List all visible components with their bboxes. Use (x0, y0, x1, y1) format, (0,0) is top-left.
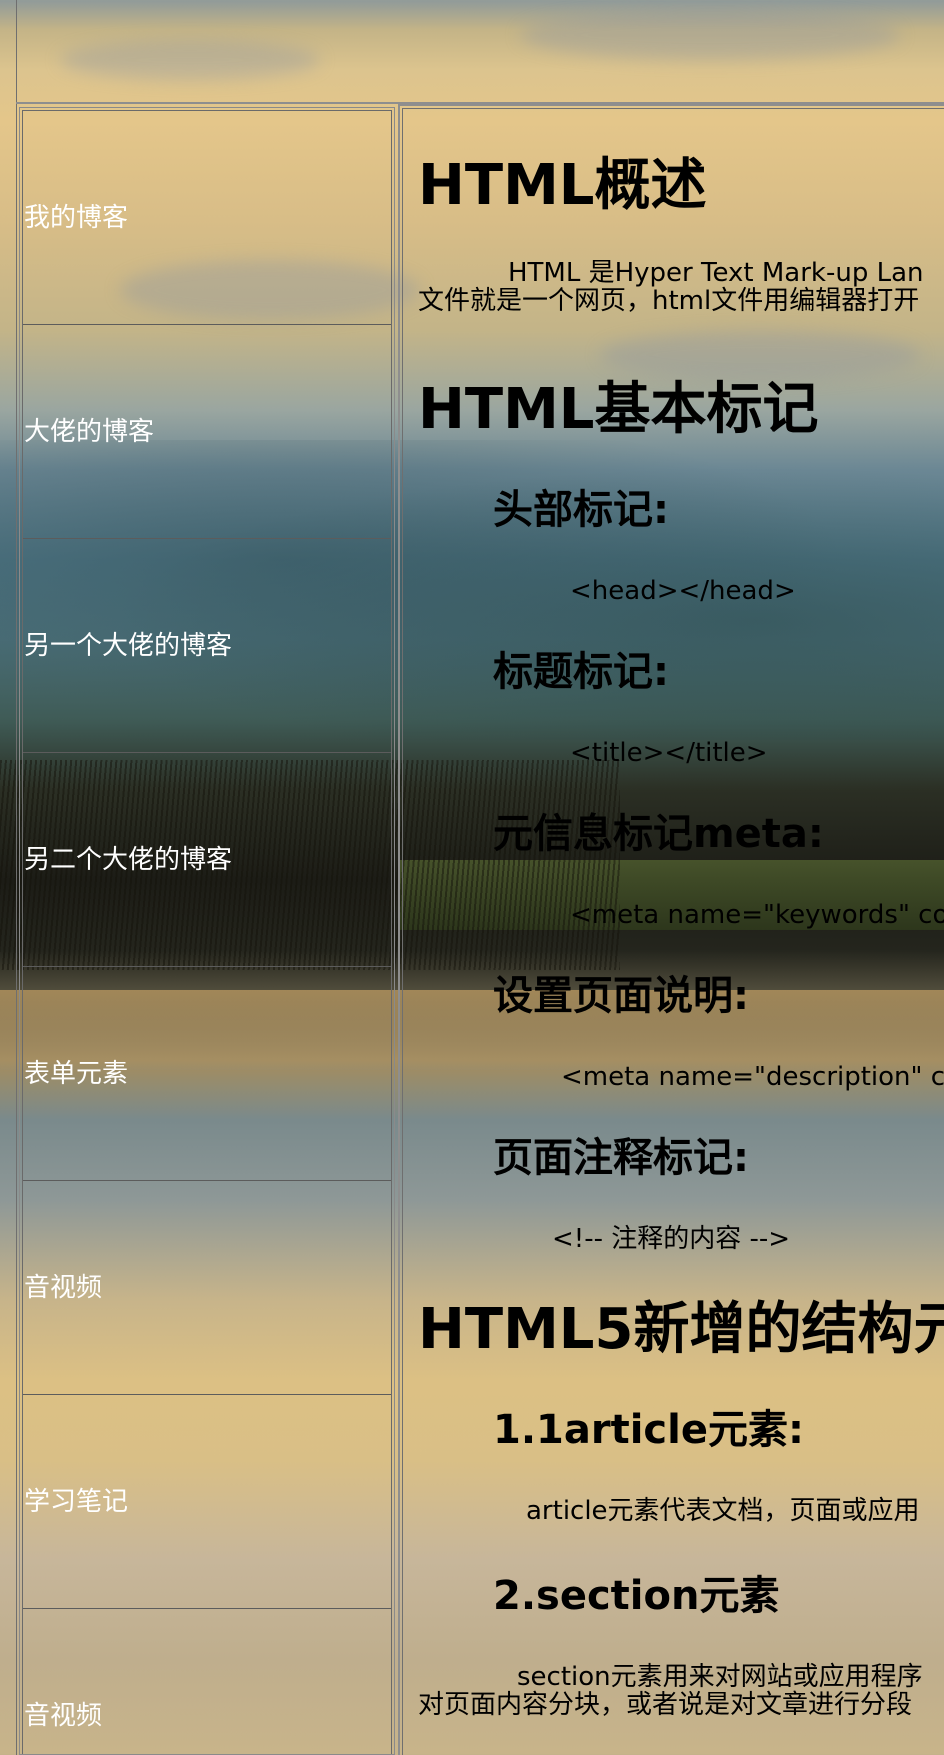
sidebar-item-label[interactable]: 大佬的博客 (23, 419, 154, 445)
heading-title-tag: 标题标记: (493, 649, 669, 695)
code-meta-description: <meta name="description" c (561, 1062, 944, 1092)
sidebar-item-label[interactable]: 另二个大佬的博客 (23, 847, 232, 873)
sidebar-item-label[interactable]: 学习笔记 (23, 1489, 128, 1515)
code-head-tag: <head></head> (570, 576, 796, 606)
heading-head-tag: 头部标记: (493, 487, 669, 533)
sidebar-list: 我的博客 大佬的博客 另一个大佬的博客 另二个大佬的博客 表单元素 音视频 学习… (22, 110, 392, 1754)
top-frame (16, 0, 944, 104)
heading-meta-tag: 元信息标记meta: (493, 811, 824, 857)
sidebar-item-audio-video[interactable]: 音视频 (23, 1181, 391, 1395)
sidebar-item-audio-video-2[interactable]: 音视频 (23, 1609, 391, 1755)
sidebar-item-study-notes[interactable]: 学习笔记 (23, 1395, 391, 1609)
code-title-tag: <title></title> (570, 738, 768, 768)
sidebar-item-my-blog[interactable]: 我的博客 (23, 111, 391, 325)
sidebar-item-another-expert-blog[interactable]: 另一个大佬的博客 (23, 539, 391, 753)
sidebar-item-label[interactable]: 音视频 (23, 1703, 102, 1729)
section-title-basic-tags: HTML基本标记 (418, 377, 819, 442)
section-title-html5-structure: HTML5新增的结构元 (418, 1297, 944, 1362)
heading-article-element: 1.1article元素: (493, 1407, 804, 1453)
sidebar-item-form-elements[interactable]: 表单元素 (23, 967, 391, 1181)
sidebar-nav: 我的博客 大佬的博客 另一个大佬的博客 另二个大佬的博客 表单元素 音视频 学习… (19, 107, 395, 1755)
heading-section-element: 2.section元素 (493, 1573, 780, 1619)
sidebar-item-label[interactable]: 音视频 (23, 1275, 102, 1301)
overview-paragraph-line2: 文件就是一个网页，html文件用编辑器打开 (418, 286, 920, 316)
code-meta-keywords: <meta name="keywords" co (570, 900, 944, 930)
article-element-text: article元素代表文档，页面或应用 (526, 1496, 920, 1526)
section-title-html-overview: HTML概述 (418, 153, 707, 218)
heading-page-description: 设置页面说明: (493, 973, 749, 1019)
section-element-text-line2: 对页面内容分块，或者说是对文章进行分段 (418, 1690, 913, 1720)
sidebar-item-second-expert-blog[interactable]: 另二个大佬的博客 (23, 753, 391, 967)
sidebar-item-label[interactable]: 表单元素 (23, 1061, 128, 1087)
heading-comment-tag: 页面注释标记: (493, 1135, 749, 1181)
sidebar-item-label[interactable]: 我的博客 (23, 205, 128, 231)
main-content: HTML概述 HTML 是Hyper Text Mark-up Lan 文件就是… (418, 104, 944, 1755)
sidebar-item-label[interactable]: 另一个大佬的博客 (23, 633, 232, 659)
left-frame-border (0, 0, 17, 1755)
code-comment: <!-- 注释的内容 --> (552, 1224, 791, 1254)
sidebar-item-expert-blog[interactable]: 大佬的博客 (23, 325, 391, 539)
